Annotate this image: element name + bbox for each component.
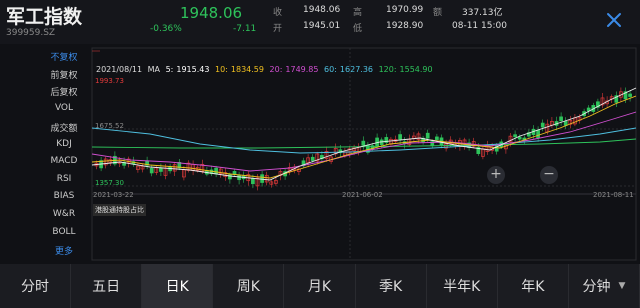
high-value: 1970.99 <box>386 5 424 15</box>
tab-label: 半年K <box>443 279 481 295</box>
ma20-name: 20: <box>269 65 283 74</box>
tab-yearly-k[interactable]: 年K <box>498 264 569 308</box>
open-value: 1945.01 <box>303 21 341 31</box>
candle-body <box>159 167 163 172</box>
tab-label: 季K <box>379 279 403 295</box>
last-price: 1948.06 <box>180 4 243 22</box>
close-value: 1948.06 <box>303 5 341 15</box>
tab-label: 月K <box>307 279 332 295</box>
tab-five-day[interactable]: 五日 <box>71 264 143 308</box>
quote-time: 08-11 15:00 <box>452 21 507 31</box>
change-value: -7.11 <box>233 24 257 34</box>
ma-date: 2021/08/11 <box>96 65 143 74</box>
tab-half-year-k[interactable]: 半年K <box>427 264 498 308</box>
candle-body <box>425 132 430 139</box>
candle-body <box>251 178 255 185</box>
candle-body <box>563 120 568 126</box>
quote-header: 军工指数 399959.SZ 1948.06 -0.36% -7.11 收 19… <box>0 0 640 44</box>
candle-body <box>513 134 517 138</box>
zoom-out-icon[interactable]: − <box>540 166 558 184</box>
period-tabs: 分时 五日 日K 周K 月K 季K 半年K 年K 分钟 ▼ <box>0 264 640 308</box>
ma120-value: 1554.90 <box>399 65 433 74</box>
tab-monthly-k[interactable]: 月K <box>284 264 356 308</box>
date-end-label: 2021-08-11 <box>593 191 634 199</box>
date-mid-label: 2021-06-02 <box>342 191 383 199</box>
candle-body <box>237 175 241 181</box>
ma10-value: 1834.59 <box>230 65 264 74</box>
tab-quarterly-k[interactable]: 季K <box>356 264 427 308</box>
ma120-name: 120: <box>378 65 397 74</box>
dropdown-caret-icon: ▼ <box>618 281 626 291</box>
ma10-name: 10: <box>215 65 228 74</box>
candle-body <box>435 136 439 140</box>
ma-label: MA <box>147 65 161 74</box>
holding-tip[interactable]: 港股通持股占比 <box>93 204 146 216</box>
ma-legend: 2021/08/11 MA 5: 1915.43 10: 1834.59 20: 17… <box>96 65 436 74</box>
close-icon[interactable] <box>604 10 624 30</box>
low-label: 低 <box>353 24 363 34</box>
date-start-label: 2021-03-22 <box>93 191 134 199</box>
tab-minute[interactable]: 分钟 ▼ <box>569 264 640 308</box>
change-percent: -0.36% <box>150 24 182 34</box>
candle-body <box>628 93 632 97</box>
ma60-line <box>91 127 637 154</box>
tab-weekly-k[interactable]: 周K <box>213 264 285 308</box>
candle-body <box>536 130 540 139</box>
amount-value: 337.13亿 <box>462 8 503 18</box>
ma20-value: 1749.85 <box>285 65 319 74</box>
ma5-name: 5: <box>165 65 174 74</box>
candle-body <box>517 136 522 140</box>
candle-body <box>260 174 264 183</box>
price-low-label: 1357.30 <box>95 179 124 187</box>
low-value: 1928.90 <box>386 21 424 31</box>
tab-daily-k[interactable]: 日K <box>142 264 214 308</box>
candle-body <box>361 140 366 146</box>
candle-body <box>375 137 379 147</box>
tab-label: 分钟 <box>582 279 611 295</box>
candle-body <box>214 167 218 175</box>
zoom-in-icon[interactable]: + <box>487 166 505 184</box>
candle-body <box>398 134 402 140</box>
tab-label: 周K <box>236 279 260 295</box>
high-label: 高 <box>353 8 363 18</box>
candle-body <box>149 167 154 174</box>
kline-chart[interactable]: 不复权 前复权 后复权 VOL 成交额 KDJ MACD RSI BIAS W&… <box>0 44 640 264</box>
price-mid-label: 1675.52 <box>95 122 124 130</box>
tab-intraday[interactable]: 分时 <box>0 264 72 308</box>
ma5-value: 1915.43 <box>176 65 210 74</box>
stock-code: 399959.SZ <box>6 28 56 38</box>
price-high-label: 1993.73 <box>95 77 124 85</box>
candle-body <box>559 116 563 122</box>
close-label: 收 <box>273 8 283 18</box>
stock-name: 军工指数 <box>6 6 83 28</box>
candle-body <box>310 156 315 161</box>
open-label: 开 <box>273 24 283 34</box>
tab-label: 日K <box>165 279 189 295</box>
ma60-value: 1627.36 <box>339 65 374 74</box>
amount-label: 额 <box>433 8 443 18</box>
tab-label: 五日 <box>92 279 121 295</box>
candle-body <box>540 122 545 128</box>
tab-label: 年K <box>521 279 545 295</box>
ma60-name: 60: <box>324 65 337 74</box>
tab-label: 分时 <box>21 279 50 295</box>
